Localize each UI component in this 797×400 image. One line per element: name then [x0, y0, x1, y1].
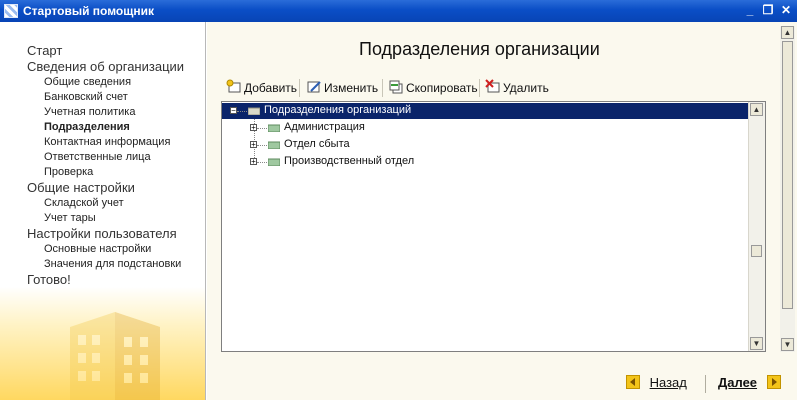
- restore-icon[interactable]: ❐: [760, 3, 776, 18]
- arrow-right-icon: [766, 375, 781, 389]
- title-bar: Стартовый помощник _ ❐ ✕: [0, 0, 797, 22]
- add-icon: [226, 79, 241, 93]
- steps-list: Старт Сведения об организации Общие свед…: [27, 43, 205, 288]
- step-main-settings[interactable]: Основные настройки: [27, 242, 205, 257]
- folder-icon: [268, 158, 280, 166]
- back-label: Назад: [649, 375, 687, 390]
- toolbar-separator: [479, 79, 480, 97]
- tree-connector: [257, 128, 267, 129]
- delete-label: Удалить: [503, 81, 549, 95]
- step-start[interactable]: Старт: [27, 43, 205, 59]
- delete-button[interactable]: Удалить: [485, 79, 549, 97]
- footer-separator: [705, 375, 706, 393]
- content-panel: Подразделения организации Добавить Измен…: [207, 22, 797, 400]
- tree-row[interactable]: + Администрация: [222, 120, 750, 136]
- edit-label: Изменить: [324, 81, 379, 95]
- page-title: Подразделения организации: [359, 39, 600, 59]
- scroll-thumb[interactable]: [782, 41, 793, 309]
- edit-button[interactable]: Изменить: [306, 79, 378, 97]
- scroll-down-icon[interactable]: ▼: [781, 338, 794, 351]
- wizard-steps-panel: Старт Сведения об организации Общие свед…: [0, 22, 206, 400]
- tree-connector: [257, 145, 267, 146]
- minimize-icon[interactable]: _: [742, 3, 758, 18]
- step-contact-info[interactable]: Контактная информация: [27, 135, 205, 150]
- scroll-up-icon[interactable]: ▲: [781, 26, 794, 39]
- step-warehouse[interactable]: Складской учет: [27, 196, 205, 211]
- back-button[interactable]: Назад: [626, 374, 687, 392]
- departments-tree[interactable]: − Подразделения организаций + Администра…: [221, 101, 766, 352]
- building-illustration: [70, 312, 160, 400]
- tree-row[interactable]: + Производственный отдел: [222, 154, 750, 170]
- step-org-info[interactable]: Сведения об организации: [27, 59, 205, 75]
- scroll-up-icon[interactable]: ▲: [750, 103, 763, 116]
- window-title: Стартовый помощник: [23, 4, 154, 18]
- wizard-navigation: Назад Далее: [207, 372, 797, 394]
- folder-icon: [248, 107, 260, 115]
- step-departments[interactable]: Подразделения: [27, 120, 205, 135]
- copy-button[interactable]: Скопировать: [388, 79, 478, 97]
- add-label: Добавить: [244, 81, 298, 95]
- tree-root-label: Подразделения организаций: [264, 104, 412, 116]
- step-default-values[interactable]: Значения для подстановки: [27, 257, 205, 272]
- folder-icon: [268, 124, 280, 132]
- step-accounting-policy[interactable]: Учетная политика: [27, 105, 205, 120]
- panel-divider: [205, 22, 206, 400]
- delete-icon: [485, 79, 500, 93]
- edit-icon: [307, 81, 321, 93]
- tree-scrollbar[interactable]: ▲ ▼: [748, 102, 765, 351]
- tree-row-label: Администрация: [284, 121, 365, 133]
- scroll-down-icon[interactable]: ▼: [750, 337, 763, 350]
- step-containers[interactable]: Учет тары: [27, 211, 205, 226]
- close-icon[interactable]: ✕: [778, 3, 794, 18]
- next-label: Далее: [718, 375, 758, 390]
- tree-connector: [237, 111, 247, 112]
- copy-label: Скопировать: [406, 81, 478, 95]
- expand-icon[interactable]: +: [250, 158, 257, 166]
- app-icon: [4, 4, 18, 18]
- tree-root-row[interactable]: − Подразделения организаций: [222, 103, 750, 119]
- panel-scrollbar[interactable]: ▲ ▼: [780, 26, 795, 352]
- step-general-settings[interactable]: Общие настройки: [27, 180, 205, 196]
- step-check[interactable]: Проверка: [27, 165, 205, 180]
- tree-row[interactable]: + Отдел сбыта: [222, 137, 750, 153]
- folder-icon: [268, 141, 280, 149]
- scroll-thumb[interactable]: [751, 245, 762, 257]
- tree-row-label: Производственный отдел: [284, 155, 415, 167]
- step-done[interactable]: Готово!: [27, 272, 205, 288]
- copy-icon: [389, 80, 403, 94]
- toolbar-separator: [299, 79, 300, 97]
- next-button[interactable]: Далее: [718, 374, 781, 392]
- step-general-info[interactable]: Общие сведения: [27, 75, 205, 90]
- tree-connector: [257, 162, 267, 163]
- tree-row-label: Отдел сбыта: [284, 138, 350, 150]
- step-responsible-persons[interactable]: Ответственные лица: [27, 150, 205, 165]
- arrow-left-icon: [626, 375, 640, 389]
- step-bank-account[interactable]: Банковский счет: [27, 90, 205, 105]
- add-button[interactable]: Добавить: [226, 79, 297, 97]
- toolbar-separator: [382, 79, 383, 97]
- collapse-icon[interactable]: −: [230, 107, 237, 115]
- step-user-settings[interactable]: Настройки пользователя: [27, 226, 205, 242]
- expand-icon[interactable]: +: [250, 141, 257, 149]
- expand-icon[interactable]: +: [250, 124, 257, 132]
